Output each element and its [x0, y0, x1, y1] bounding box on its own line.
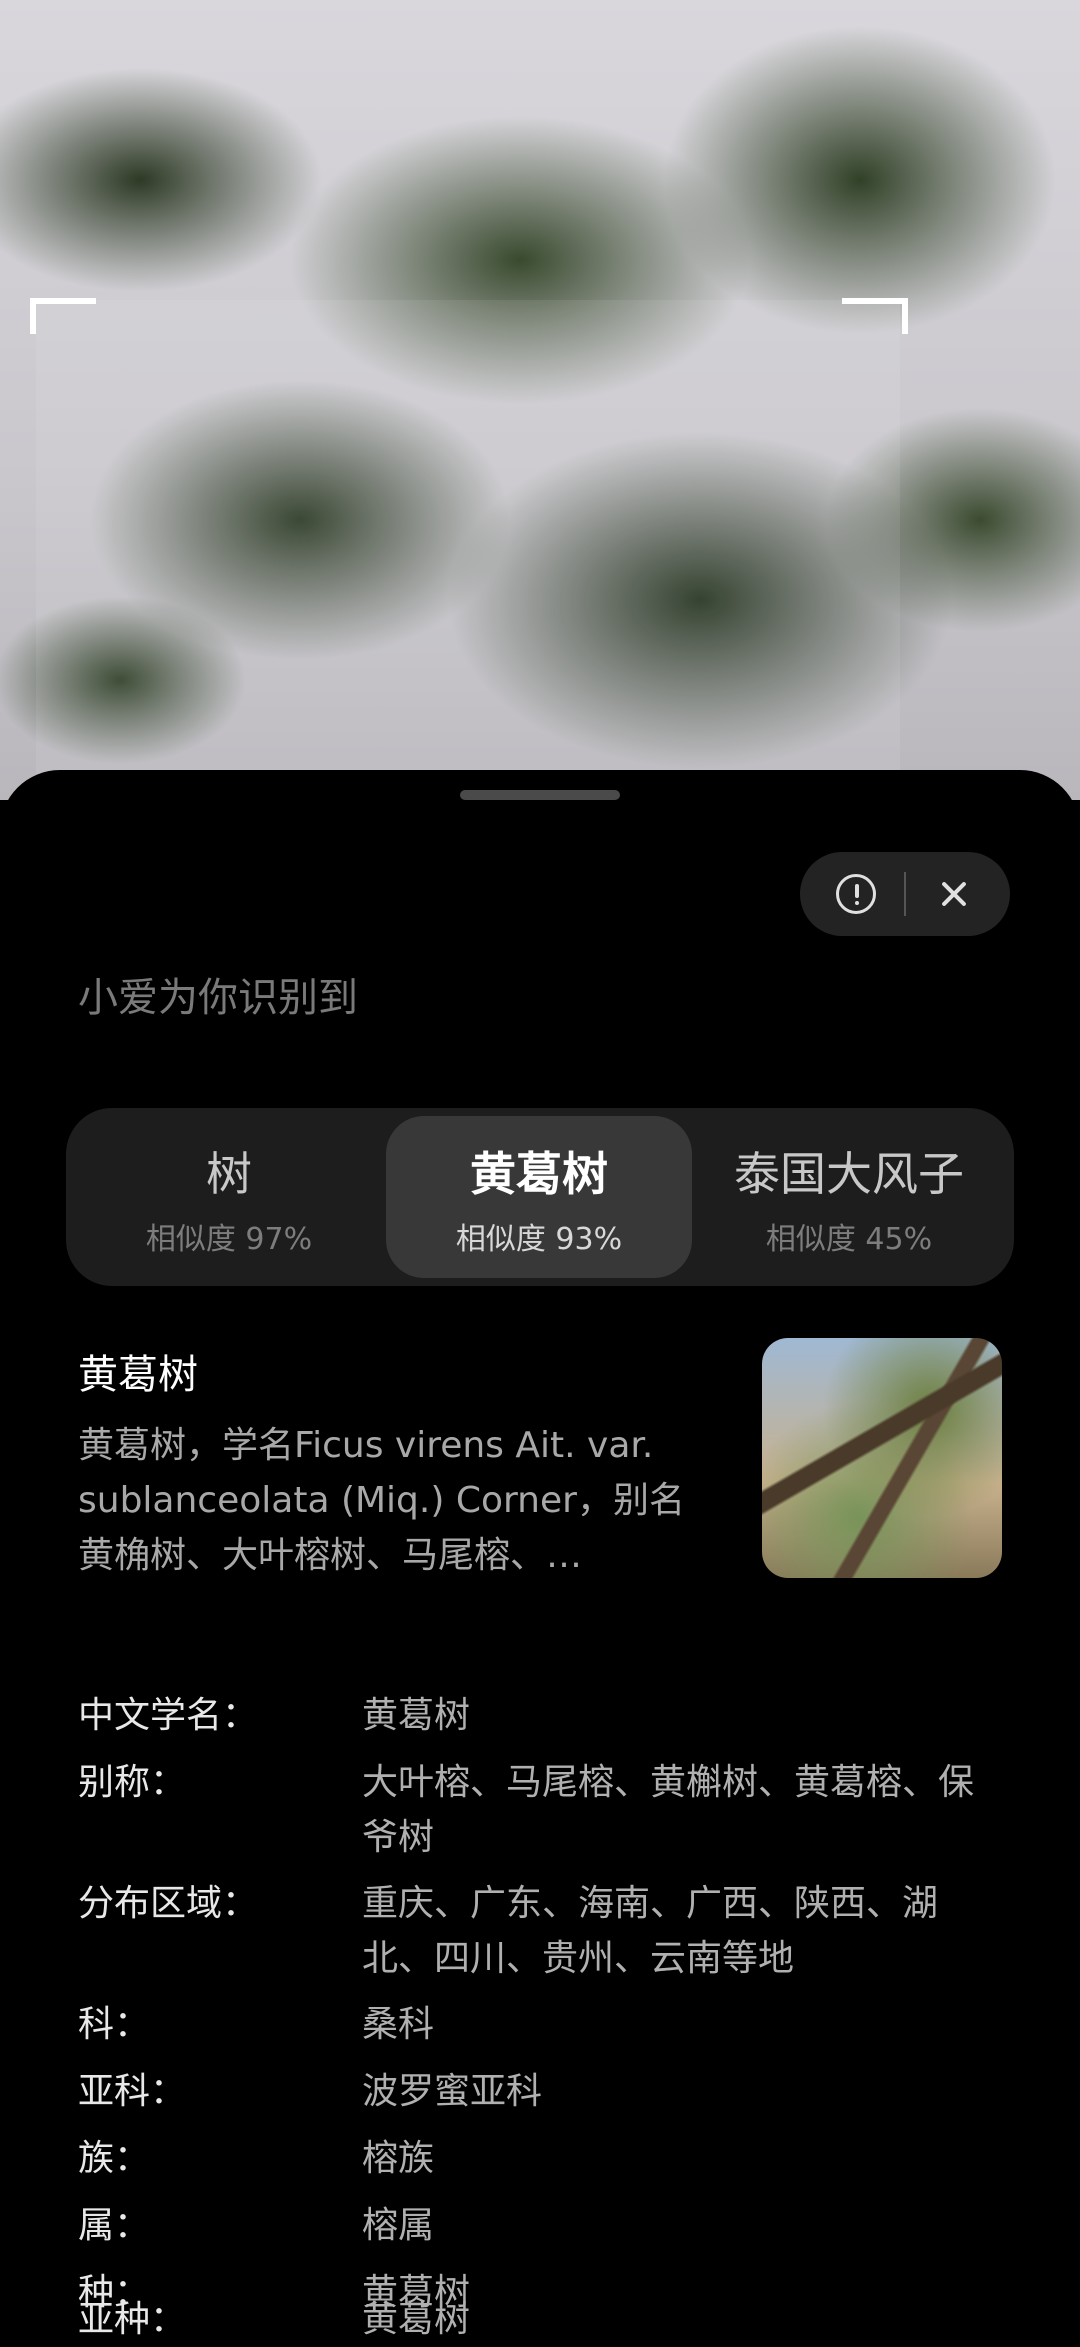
detail-label: 亚种：: [78, 2299, 187, 2340]
result-similarity: 相似度 45%: [765, 1222, 933, 1257]
detail-label: 分布区域：: [78, 1883, 259, 1924]
result-sheet: 小爱为你识别到 树 相似度 97% 黄葛树 相似度 93% 泰国大风子 相似度 …: [0, 770, 1080, 2340]
subtitle: 小爱为你识别到: [78, 975, 358, 1021]
scan-corner-top-left: [30, 298, 96, 334]
result-tab-0[interactable]: 树 相似度 97%: [76, 1116, 382, 1278]
result-similarity: 相似度 93%: [455, 1222, 623, 1257]
pill-divider: [904, 872, 906, 916]
result-name: 树: [206, 1147, 252, 1201]
drag-handle[interactable]: [460, 790, 620, 800]
detail-label: 中文学名：: [78, 1695, 259, 1736]
detail-value: 大叶榕、马尾榕、黄槲树、黄葛榕、保爷树: [362, 1762, 975, 1858]
species-title: 黄葛树: [78, 1352, 198, 1398]
detail-value: 榕属: [362, 2205, 435, 2246]
detail-value: 黄葛树: [362, 2299, 471, 2340]
detail-value: 重庆、广东、海南、广西、陕西、湖北、四川、贵州、云南等地: [362, 1883, 939, 1979]
species-description[interactable]: 黄葛树，学名Ficus virens Ait. var. sublanceola…: [78, 1418, 718, 1583]
close-icon[interactable]: [934, 874, 974, 914]
info-report-icon[interactable]: [836, 874, 876, 914]
detail-label: 属：: [78, 2205, 151, 2246]
detail-value: 桑科: [362, 2004, 435, 2045]
result-tabs: 树 相似度 97% 黄葛树 相似度 93% 泰国大风子 相似度 45%: [66, 1108, 1014, 1286]
species-thumbnail[interactable]: [762, 1338, 1002, 1578]
scan-frame: [36, 300, 900, 820]
detail-label: 族：: [78, 2138, 151, 2179]
detail-label: 科：: [78, 2004, 151, 2045]
detail-value: 波罗蜜亚科: [362, 2071, 543, 2112]
detail-label: 亚科：: [78, 2071, 187, 2112]
detail-value: 黄葛树: [362, 1695, 471, 1736]
action-pill: [800, 852, 1010, 936]
result-similarity: 相似度 97%: [145, 1222, 313, 1257]
scan-corner-top-right: [842, 298, 908, 334]
result-tab-1[interactable]: 黄葛树 相似度 93%: [386, 1116, 692, 1278]
result-name: 黄葛树: [470, 1147, 608, 1201]
result-name: 泰国大风子: [734, 1147, 964, 1201]
detail-value: 榕族: [362, 2138, 435, 2179]
result-tab-2[interactable]: 泰国大风子 相似度 45%: [696, 1116, 1002, 1278]
detail-label: 别称：: [78, 1762, 187, 1803]
